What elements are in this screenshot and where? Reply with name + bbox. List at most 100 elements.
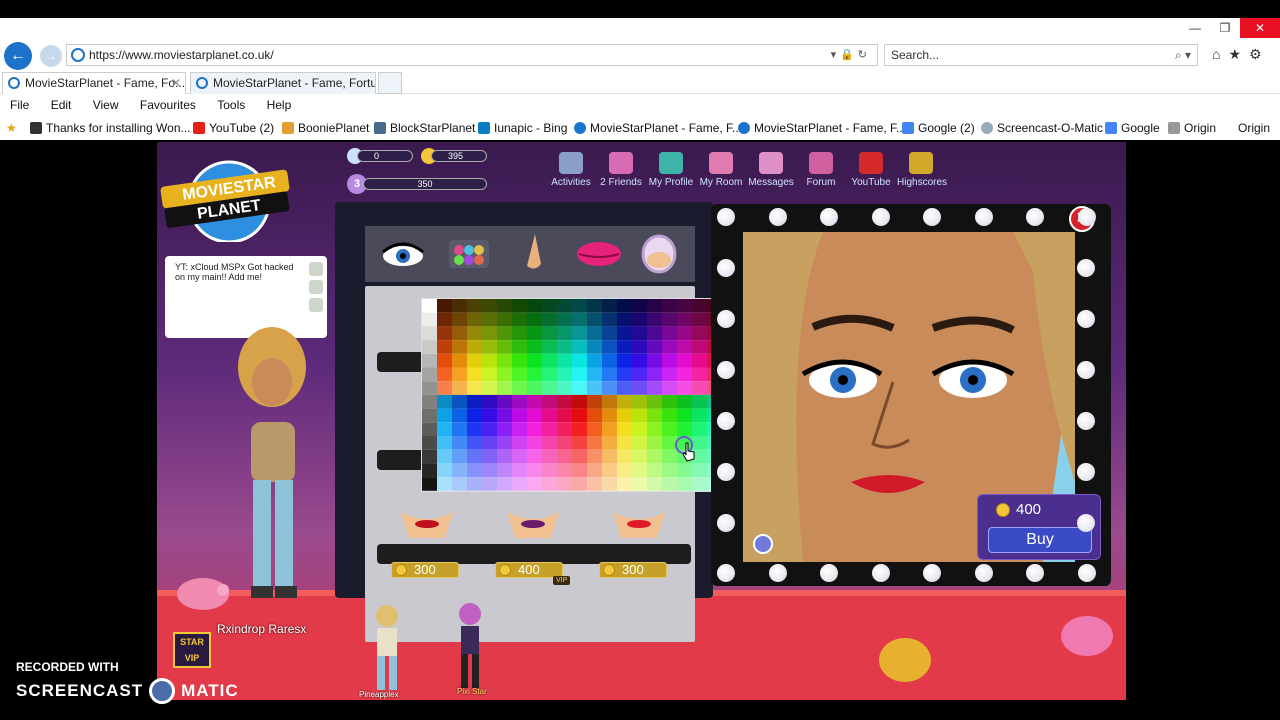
- color-swatch[interactable]: [422, 299, 437, 313]
- other-avatar[interactable]: [367, 604, 407, 696]
- nav-highscores[interactable]: Highscores: [897, 152, 947, 188]
- color-swatch[interactable]: [437, 422, 452, 436]
- color-swatch[interactable]: [662, 312, 677, 327]
- color-swatch[interactable]: [587, 477, 602, 491]
- fav-item[interactable]: MovieStarPlanet - Fame, F...: [738, 116, 906, 140]
- color-swatch[interactable]: [587, 312, 602, 327]
- color-swatch[interactable]: [542, 477, 557, 491]
- color-swatch[interactable]: [497, 299, 512, 313]
- color-swatch[interactable]: [647, 422, 662, 436]
- color-swatch[interactable]: [692, 422, 707, 436]
- color-swatch[interactable]: [572, 353, 587, 368]
- color-swatch[interactable]: [602, 422, 617, 436]
- color-swatch[interactable]: [617, 312, 632, 327]
- fav-item[interactable]: Iunapic - Bing: [478, 116, 567, 140]
- color-swatch[interactable]: [482, 477, 497, 491]
- color-swatch[interactable]: [467, 449, 482, 464]
- color-swatch[interactable]: [662, 353, 677, 368]
- lips-icon[interactable]: [575, 230, 623, 278]
- color-swatch[interactable]: [677, 408, 692, 423]
- color-swatch[interactable]: [497, 340, 512, 354]
- color-swatch[interactable]: [527, 340, 542, 354]
- color-swatch[interactable]: [482, 449, 497, 464]
- color-swatch[interactable]: [692, 340, 707, 354]
- tab-1[interactable]: MovieStarPlanet - Fame, Fo... ✕: [2, 72, 186, 94]
- address-bar[interactable]: https://www.moviestarplanet.co.uk/ ▾🔒↻: [66, 44, 878, 66]
- color-swatch[interactable]: [587, 463, 602, 478]
- color-swatch[interactable]: [572, 299, 587, 313]
- color-swatch[interactable]: [542, 408, 557, 423]
- color-swatch[interactable]: [512, 408, 527, 423]
- color-swatch[interactable]: [632, 326, 647, 341]
- color-swatch[interactable]: [482, 436, 497, 450]
- color-swatch[interactable]: [437, 381, 452, 395]
- color-swatch[interactable]: [557, 367, 572, 382]
- color-swatch[interactable]: [512, 436, 527, 450]
- color-swatch[interactable]: [572, 449, 587, 464]
- color-swatch[interactable]: [542, 449, 557, 464]
- color-swatch[interactable]: [527, 394, 542, 409]
- color-swatch[interactable]: [602, 463, 617, 478]
- color-swatch[interactable]: [557, 463, 572, 478]
- color-swatch[interactable]: [632, 299, 647, 313]
- color-swatch[interactable]: [467, 422, 482, 436]
- color-swatch[interactable]: [467, 326, 482, 341]
- new-tab-button[interactable]: [378, 72, 402, 94]
- color-swatch[interactable]: [437, 353, 452, 368]
- fav-item[interactable]: Google: [1105, 116, 1160, 140]
- color-swatch[interactable]: [662, 299, 677, 313]
- color-swatch[interactable]: [422, 436, 437, 450]
- fav-item[interactable]: YouTube (2): [193, 116, 274, 140]
- color-swatch[interactable]: [422, 477, 437, 491]
- color-swatch[interactable]: [542, 367, 557, 382]
- color-swatch[interactable]: [482, 367, 497, 382]
- color-swatch[interactable]: [677, 299, 692, 313]
- color-swatch[interactable]: [602, 394, 617, 409]
- color-swatch[interactable]: [617, 299, 632, 313]
- color-swatch[interactable]: [542, 436, 557, 450]
- color-swatch[interactable]: [527, 299, 542, 313]
- color-swatch[interactable]: [497, 436, 512, 450]
- color-swatch[interactable]: [677, 326, 692, 341]
- color-swatch[interactable]: [692, 477, 707, 491]
- color-swatch[interactable]: [437, 367, 452, 382]
- lipstick-item-red[interactable]: [397, 508, 457, 542]
- color-swatch[interactable]: [632, 422, 647, 436]
- price-tag[interactable]: 300: [599, 562, 667, 578]
- color-swatch[interactable]: [587, 408, 602, 423]
- color-swatch[interactable]: [662, 367, 677, 382]
- color-swatch[interactable]: [467, 299, 482, 313]
- color-swatch[interactable]: [647, 436, 662, 450]
- color-swatch[interactable]: [467, 381, 482, 395]
- fav-item[interactable]: Google (2): [902, 116, 975, 140]
- color-swatch[interactable]: [437, 394, 452, 409]
- color-swatch[interactable]: [482, 408, 497, 423]
- search-icon[interactable]: ⌕ ▾: [1175, 45, 1191, 65]
- reset-icon[interactable]: [753, 534, 773, 554]
- color-swatch[interactable]: [662, 394, 677, 409]
- menu-favourites[interactable]: Favourites: [140, 94, 196, 116]
- color-swatch[interactable]: [572, 367, 587, 382]
- restore-icon[interactable]: ❐: [1210, 18, 1240, 38]
- color-swatch[interactable]: [587, 381, 602, 395]
- color-swatch[interactable]: [617, 408, 632, 423]
- color-swatch[interactable]: [452, 353, 467, 368]
- color-swatch[interactable]: [572, 394, 587, 409]
- color-swatch[interactable]: [617, 449, 632, 464]
- color-swatch[interactable]: [647, 340, 662, 354]
- color-swatch[interactable]: [482, 340, 497, 354]
- color-swatch[interactable]: [422, 408, 437, 423]
- color-swatch[interactable]: [482, 312, 497, 327]
- color-swatch[interactable]: [617, 326, 632, 341]
- color-swatch[interactable]: [647, 326, 662, 341]
- color-swatch-grid[interactable]: [422, 299, 722, 491]
- color-swatch[interactable]: [572, 477, 587, 491]
- color-swatch[interactable]: [557, 326, 572, 341]
- color-swatch[interactable]: [587, 326, 602, 341]
- color-swatch[interactable]: [557, 408, 572, 423]
- color-swatch[interactable]: [467, 463, 482, 478]
- color-swatch[interactable]: [452, 463, 467, 478]
- color-swatch[interactable]: [647, 312, 662, 327]
- color-swatch[interactable]: [512, 353, 527, 368]
- color-swatch[interactable]: [647, 463, 662, 478]
